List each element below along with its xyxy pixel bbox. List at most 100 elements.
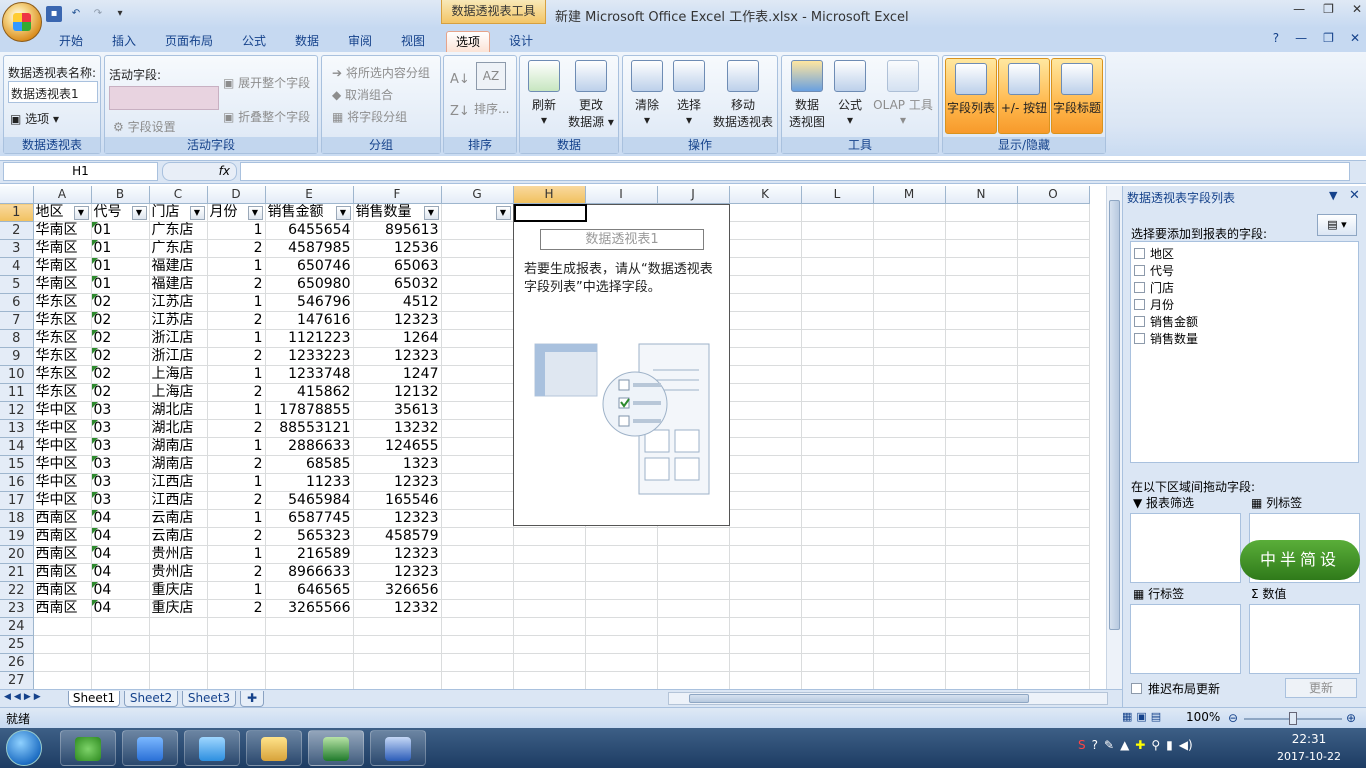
- security-tray-icon[interactable]: ✚: [1135, 738, 1145, 752]
- cell[interactable]: [657, 545, 730, 564]
- cell[interactable]: [873, 383, 946, 402]
- ime-icon[interactable]: S: [1078, 738, 1086, 752]
- data-cell[interactable]: 650746: [265, 257, 354, 276]
- row-header[interactable]: 8: [0, 329, 34, 348]
- data-cell[interactable]: 华中区: [33, 401, 92, 420]
- filter-dropdown-icon[interactable]: ▼: [423, 206, 439, 220]
- cell[interactable]: [945, 257, 1018, 276]
- row-header[interactable]: 4: [0, 257, 34, 276]
- tab-formulas[interactable]: 公式: [235, 31, 273, 51]
- data-cell[interactable]: 1: [207, 437, 266, 456]
- data-cell[interactable]: 西南区: [33, 563, 92, 582]
- tab-review[interactable]: 审阅: [341, 31, 379, 51]
- cell[interactable]: [1017, 239, 1090, 258]
- cell[interactable]: [149, 653, 208, 672]
- cell[interactable]: [873, 275, 946, 294]
- column-header[interactable]: L: [801, 186, 874, 204]
- cell[interactable]: [1017, 311, 1090, 330]
- row-header[interactable]: 21: [0, 563, 34, 582]
- formulas-button[interactable]: 公式 ▾: [830, 60, 870, 127]
- data-cell[interactable]: 01: [91, 221, 150, 240]
- data-cell[interactable]: 2: [207, 491, 266, 510]
- field-item-region[interactable]: 地区: [1134, 245, 1174, 262]
- row-header[interactable]: 19: [0, 527, 34, 546]
- data-cell[interactable]: 12536: [353, 239, 442, 258]
- field-checkbox[interactable]: [1134, 316, 1145, 327]
- data-cell[interactable]: 03: [91, 455, 150, 474]
- cell[interactable]: [729, 473, 802, 492]
- cell[interactable]: [729, 347, 802, 366]
- cell[interactable]: [207, 653, 266, 672]
- row-header[interactable]: 20: [0, 545, 34, 564]
- cell[interactable]: [441, 383, 514, 402]
- data-cell[interactable]: 02: [91, 329, 150, 348]
- cell[interactable]: [265, 671, 354, 689]
- data-cell[interactable]: 华中区: [33, 473, 92, 492]
- pivot-options-button[interactable]: ▣ 选项 ▾: [10, 110, 59, 127]
- cell[interactable]: [873, 527, 946, 546]
- cell[interactable]: [729, 293, 802, 312]
- cell[interactable]: [441, 455, 514, 474]
- expand-field-button[interactable]: ▣ 展开整个字段: [223, 74, 310, 91]
- column-header[interactable]: N: [945, 186, 1018, 204]
- cell[interactable]: [801, 293, 874, 312]
- cell[interactable]: [873, 653, 946, 672]
- cell[interactable]: [441, 617, 514, 636]
- cell[interactable]: [873, 311, 946, 330]
- cell[interactable]: [945, 437, 1018, 456]
- cell[interactable]: [585, 635, 658, 654]
- tab-insert[interactable]: 插入: [105, 31, 143, 51]
- data-cell[interactable]: 3265566: [265, 599, 354, 618]
- cell[interactable]: [945, 275, 1018, 294]
- field-checkbox[interactable]: [1134, 299, 1145, 310]
- cell[interactable]: [207, 635, 266, 654]
- group-field-button[interactable]: ▦ 将字段分组: [332, 108, 407, 125]
- data-cell[interactable]: 01: [91, 257, 150, 276]
- row-header[interactable]: 18: [0, 509, 34, 528]
- sheet-nav-arrows-icon[interactable]: ◀◀▶▶: [4, 692, 44, 702]
- cell[interactable]: [873, 437, 946, 456]
- sheet-tab-1[interactable]: Sheet1: [68, 691, 120, 707]
- close-icon[interactable]: ✕: [1352, 2, 1362, 16]
- cell[interactable]: [441, 671, 514, 689]
- cell[interactable]: [441, 509, 514, 528]
- row-header[interactable]: 9: [0, 347, 34, 366]
- cell[interactable]: [1017, 419, 1090, 438]
- data-cell[interactable]: 12323: [353, 545, 442, 564]
- data-cell[interactable]: 650980: [265, 275, 354, 294]
- column-header[interactable]: C: [149, 186, 208, 204]
- field-settings-button[interactable]: ⚙ 字段设置: [113, 118, 176, 135]
- taskbar-app-messenger[interactable]: [122, 730, 178, 766]
- cell[interactable]: [1017, 221, 1090, 240]
- collapse-field-button[interactable]: ▣ 折叠整个字段: [223, 108, 310, 125]
- data-cell[interactable]: 2: [207, 563, 266, 582]
- cell[interactable]: [801, 635, 874, 654]
- cell[interactable]: [801, 455, 874, 474]
- redo-icon[interactable]: ↷: [90, 6, 106, 22]
- row-labels-area[interactable]: [1130, 604, 1241, 674]
- cell[interactable]: [801, 599, 874, 618]
- cell[interactable]: [91, 635, 150, 654]
- data-cell[interactable]: 02: [91, 293, 150, 312]
- cell[interactable]: [585, 545, 658, 564]
- data-cell[interactable]: 华东区: [33, 311, 92, 330]
- cell[interactable]: [801, 509, 874, 528]
- cell[interactable]: [585, 563, 658, 582]
- cell[interactable]: [945, 455, 1018, 474]
- cell[interactable]: [729, 419, 802, 438]
- data-cell[interactable]: 2: [207, 239, 266, 258]
- data-cell[interactable]: 04: [91, 527, 150, 546]
- cell[interactable]: [585, 653, 658, 672]
- pane-layout-button[interactable]: ▤ ▾: [1317, 214, 1357, 236]
- cell[interactable]: [873, 257, 946, 276]
- data-cell[interactable]: 华中区: [33, 419, 92, 438]
- clock-date[interactable]: 2017-10-22: [1270, 750, 1348, 763]
- data-cell[interactable]: 江西店: [149, 491, 208, 510]
- cell[interactable]: [729, 671, 802, 689]
- pane-menu-icon[interactable]: ▼: [1329, 189, 1337, 202]
- cell[interactable]: [441, 365, 514, 384]
- taskbar-app-excel[interactable]: [308, 730, 364, 766]
- sort-asc-icon[interactable]: A↓: [450, 72, 470, 87]
- data-cell[interactable]: 65063: [353, 257, 442, 276]
- field-list-button[interactable]: 字段列表: [945, 58, 997, 134]
